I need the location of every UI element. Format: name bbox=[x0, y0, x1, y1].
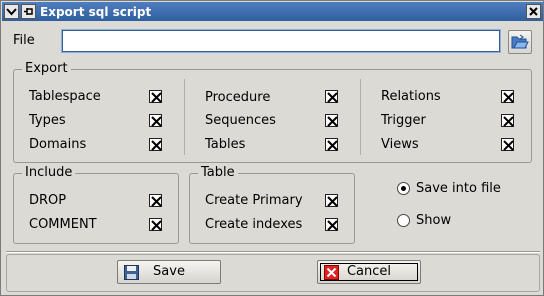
browse-button[interactable] bbox=[508, 30, 532, 54]
divider bbox=[6, 252, 540, 253]
tablespace-checkbox[interactable] bbox=[149, 90, 162, 103]
save-into-file-radio[interactable] bbox=[397, 182, 410, 195]
title-bar: Export sql script bbox=[2, 2, 543, 21]
create-indexes-checkbox[interactable] bbox=[325, 218, 338, 231]
chevron-down-icon[interactable] bbox=[4, 4, 19, 19]
domains-checkbox[interactable] bbox=[149, 138, 162, 151]
pin-icon[interactable] bbox=[21, 4, 36, 19]
option-label: Sequences bbox=[205, 113, 276, 128]
option-label: Domains bbox=[29, 137, 87, 152]
button-bar bbox=[6, 254, 540, 292]
procedure-checkbox[interactable] bbox=[325, 90, 338, 103]
option-label: Views bbox=[381, 137, 419, 152]
cancel-button[interactable]: Cancel bbox=[317, 260, 421, 284]
trigger-checkbox[interactable] bbox=[501, 114, 514, 127]
option-label: Tablespace bbox=[29, 89, 101, 104]
views-checkbox[interactable] bbox=[501, 138, 514, 151]
file-label: File bbox=[13, 33, 35, 48]
save-button[interactable]: Save bbox=[117, 260, 221, 284]
file-path-input[interactable] bbox=[61, 29, 501, 53]
option-label: Trigger bbox=[381, 113, 426, 128]
option-label: DROP bbox=[29, 193, 67, 208]
save-button-label: Save bbox=[153, 264, 185, 279]
tables-checkbox[interactable] bbox=[325, 138, 338, 151]
table-group-title: Table bbox=[198, 165, 238, 181]
show-radio[interactable] bbox=[397, 214, 410, 227]
export-sql-dialog: Export sql script File Export Tablespace… bbox=[0, 0, 544, 296]
divider bbox=[360, 79, 361, 155]
relations-checkbox[interactable] bbox=[501, 90, 514, 103]
option-label: COMMENT bbox=[29, 217, 97, 232]
window-title: Export sql script bbox=[40, 4, 152, 19]
option-label: Show bbox=[416, 213, 452, 228]
divider bbox=[184, 79, 185, 155]
types-checkbox[interactable] bbox=[149, 114, 162, 127]
sequences-checkbox[interactable] bbox=[325, 114, 338, 127]
folder-open-icon bbox=[511, 34, 529, 49]
create-primary-checkbox[interactable] bbox=[325, 194, 338, 207]
comment-checkbox[interactable] bbox=[149, 218, 162, 231]
option-label: Create Primary bbox=[205, 193, 303, 208]
cancel-button-label: Cancel bbox=[346, 264, 392, 279]
option-label: Relations bbox=[381, 89, 441, 104]
option-label: Tables bbox=[205, 137, 246, 152]
drop-checkbox[interactable] bbox=[149, 194, 162, 207]
close-icon[interactable] bbox=[526, 4, 541, 19]
option-label: Procedure bbox=[205, 90, 271, 105]
option-label: Save into file bbox=[416, 181, 501, 196]
option-label: Create indexes bbox=[205, 217, 303, 232]
option-label: Types bbox=[29, 113, 66, 128]
export-group-title: Export bbox=[22, 61, 71, 77]
include-group-title: Include bbox=[22, 165, 76, 181]
